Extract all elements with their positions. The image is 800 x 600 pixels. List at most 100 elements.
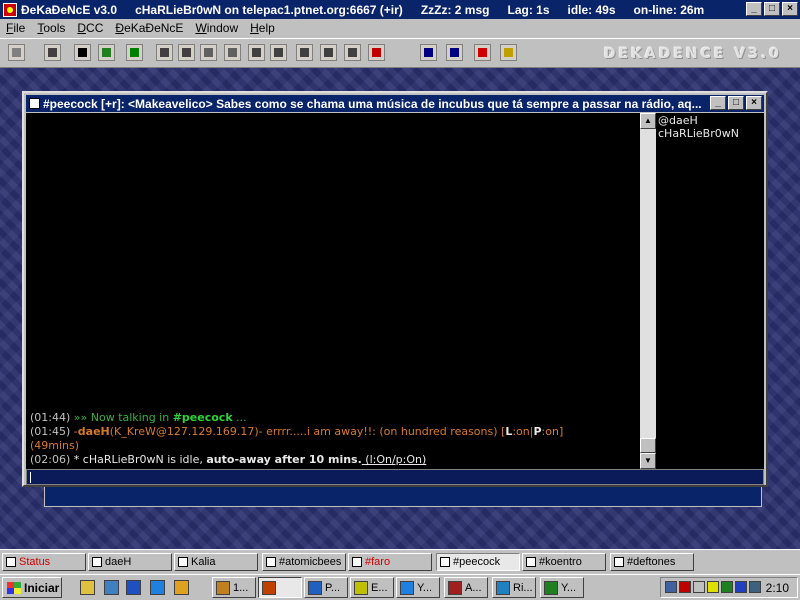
aliases-button[interactable] [178, 44, 195, 61]
taskbar-button[interactable]: Y... [396, 577, 440, 598]
options-icon [48, 48, 57, 57]
chat-segment: (01:44) [30, 411, 74, 424]
window-cascade-button[interactable] [446, 44, 463, 61]
chat-segment: #peecock [172, 411, 233, 424]
taskbar-button[interactable]: Ri... [492, 577, 536, 598]
block-icon[interactable] [679, 581, 691, 593]
scroll-thumb[interactable] [640, 438, 656, 453]
start-button[interactable]: Iniciar [2, 577, 62, 598]
chat-segment: auto-away after 10 mins. [206, 453, 362, 466]
chat-window-button[interactable] [156, 44, 173, 61]
monitor-icon[interactable] [749, 581, 761, 593]
address-book-button[interactable] [74, 44, 91, 61]
grid-button[interactable] [248, 44, 265, 61]
scheduler-icon[interactable] [693, 581, 705, 593]
switchbar-item[interactable]: Status [2, 553, 86, 571]
switchbar-item[interactable]: #peecock [436, 553, 520, 571]
red-grid-button[interactable] [368, 44, 385, 61]
scroll-up-arrow[interactable]: ▲ [640, 113, 656, 129]
channel-window: #peecock [+r]: <Makeavelico> Sabes como … [22, 91, 768, 487]
script-editor-button[interactable] [126, 44, 143, 61]
switchbar-item[interactable]: #koentro [522, 553, 606, 571]
app-title-bar[interactable]: ÐeKaÐeNcE v3.0 cHaRLieBr0wN on telepac1.… [0, 0, 800, 19]
taskbar-button[interactable]: 1... [212, 577, 256, 598]
window-tile-button[interactable] [420, 44, 437, 61]
script-editor-icon [130, 48, 139, 57]
notes2-button[interactable] [320, 44, 337, 61]
taskbar-label: Y... [417, 581, 433, 594]
close-button[interactable]: × [782, 2, 798, 16]
switchbar-label: daeH [105, 556, 132, 568]
switchbar-item[interactable]: daeH [88, 553, 172, 571]
chat-segment: :on] [541, 425, 564, 438]
menu-window[interactable]: Window [189, 21, 244, 35]
switchbar-label: Status [19, 556, 51, 568]
nick-list[interactable]: @daeH cHaRLieBr0wN [656, 113, 764, 469]
messenger-icon[interactable] [721, 581, 733, 593]
minimize-button[interactable]: _ [746, 2, 762, 16]
switchbar-label: Kalia [191, 556, 216, 568]
ie-icon[interactable] [150, 580, 165, 595]
taskbar-button[interactable] [258, 577, 302, 598]
background-window[interactable] [44, 487, 762, 507]
nick-item[interactable]: cHaRLieBr0wN [658, 127, 764, 140]
globe-icon [102, 48, 111, 57]
chat-icon[interactable] [735, 581, 747, 593]
hand-button[interactable] [200, 44, 217, 61]
taskbar-button[interactable]: A... [444, 577, 488, 598]
maximize-button[interactable]: □ [764, 2, 780, 16]
switchbar-item[interactable]: Kalia [174, 553, 258, 571]
person-icon [504, 48, 513, 57]
options-button[interactable] [44, 44, 61, 61]
taskbar-button[interactable]: E... [350, 577, 394, 598]
taskbar-button[interactable]: Y... [540, 577, 584, 598]
menu-dcc[interactable]: DCC [71, 21, 109, 35]
channel-icon[interactable] [29, 98, 40, 109]
window-icon [6, 557, 16, 567]
lifebuoy-button[interactable] [474, 44, 491, 61]
channel-title-bar[interactable]: #peecock [+r]: <Makeavelico> Sabes como … [26, 95, 764, 112]
menu-help[interactable]: Help [244, 21, 281, 35]
message-input[interactable] [26, 469, 764, 485]
grid-icon [252, 48, 261, 57]
connect-button[interactable] [8, 44, 25, 61]
window-icon [178, 557, 188, 567]
app-icon [354, 580, 368, 595]
clock[interactable]: 2:10 [766, 581, 789, 595]
zzz-messages: ZzZz: 2 msg [420, 2, 490, 17]
channel-close-button[interactable]: × [746, 96, 762, 110]
channel-maximize-button[interactable]: □ [728, 96, 744, 110]
network-icon[interactable] [665, 581, 677, 593]
chat-line: (01:45) -daeH(K_KreW@127.129.169.17)- er… [30, 425, 638, 439]
globe-button[interactable] [98, 44, 115, 61]
grid2-button[interactable] [270, 44, 287, 61]
switchbar-item[interactable]: #faro [348, 553, 432, 571]
channel-minimize-button[interactable]: _ [710, 96, 726, 110]
menu-tools[interactable]: Tools [31, 21, 71, 35]
menu-dekadence[interactable]: ÐeKaÐeNcE [109, 21, 189, 35]
person-button[interactable] [500, 44, 517, 61]
notes3-button[interactable] [344, 44, 361, 61]
app-icon[interactable] [3, 2, 17, 17]
scroll-down-arrow[interactable]: ▼ [640, 453, 656, 469]
brand-logo: DEKADENCE V3.0 [603, 46, 782, 62]
chat-line: (49mins) [30, 439, 638, 453]
chat-segment: :on| [512, 425, 534, 438]
clock-button[interactable] [224, 44, 241, 61]
window-icon [266, 557, 276, 567]
menu-file[interactable]: File [0, 21, 31, 35]
chat-segment: »» Now talking in [73, 411, 173, 424]
taskbar-button[interactable]: P... [304, 577, 348, 598]
switchbar-item[interactable]: #atomicbees [262, 553, 346, 571]
switchbar-item[interactable]: #deftones [610, 553, 694, 571]
battery-icon[interactable] [707, 581, 719, 593]
pencil-icon[interactable] [174, 580, 189, 595]
nick-item[interactable]: @daeH [658, 114, 764, 127]
chat-scrollbar[interactable]: ▲ ▼ [640, 113, 656, 469]
menu-bar: File Tools DCC ÐeKaÐeNcE Window Help [0, 19, 800, 37]
notes-button[interactable] [296, 44, 313, 61]
notepad-icon[interactable] [80, 580, 95, 595]
chat-log[interactable]: (01:44) »» Now talking in #peecock ... (0… [26, 113, 640, 469]
outlook-icon[interactable] [126, 580, 141, 595]
desktop-icon[interactable] [104, 580, 119, 595]
